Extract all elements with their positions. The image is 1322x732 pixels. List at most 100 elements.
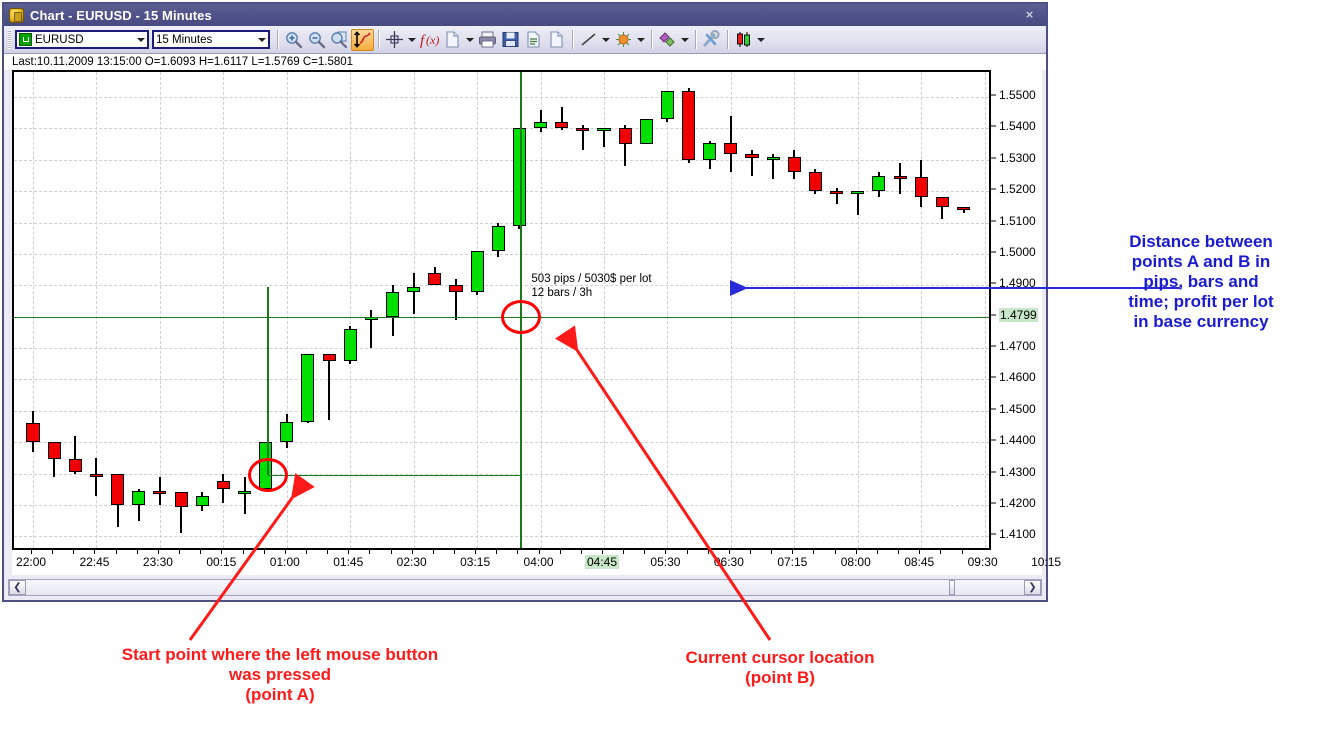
price-tick (991, 376, 996, 378)
price-tick (991, 471, 996, 473)
time-tick-label: 01:00 (269, 555, 300, 569)
price-tick-label: 1.4400 (999, 433, 1036, 448)
candle-body (301, 354, 315, 422)
price-tick (991, 502, 996, 504)
time-tick (898, 550, 900, 554)
time-tick (644, 550, 646, 554)
time-tick (750, 550, 752, 554)
price-tick-label: 1.4300 (999, 464, 1036, 479)
candle-body (322, 354, 336, 361)
candle-body (956, 206, 971, 210)
crosshair-dropdown[interactable] (406, 29, 418, 51)
gridline-vertical (477, 72, 479, 548)
time-tick (31, 550, 33, 554)
measure-line-vertical-a (266, 287, 269, 475)
time-tick-label: 04:00 (523, 555, 554, 569)
zoom-out-icon[interactable] (305, 29, 328, 51)
candle-body (766, 156, 780, 160)
price-tick (991, 439, 996, 441)
price-tick (991, 345, 996, 347)
new-doc-icon[interactable] (441, 29, 464, 51)
time-tick (517, 550, 519, 554)
page-icon[interactable] (545, 29, 568, 51)
new-doc-dropdown[interactable] (464, 29, 476, 51)
candles-icon[interactable] (732, 29, 755, 51)
line-tool-dropdown[interactable] (600, 29, 612, 51)
line-tool-icon[interactable] (577, 29, 600, 51)
time-tick (728, 550, 730, 554)
candle-body (555, 122, 569, 129)
zoom-in-icon[interactable] (282, 29, 305, 51)
fibonacci-icon[interactable] (612, 29, 635, 51)
time-tick-label: 08:00 (840, 555, 871, 569)
measure-tooltip-line2: 12 bars / 3h (531, 287, 593, 300)
marker-point-a (247, 457, 288, 492)
time-tick-label: 08:45 (904, 555, 935, 569)
symbol-select[interactable]: EURUSD (15, 30, 149, 49)
chevron-down-icon (602, 37, 610, 42)
price-tick-label: 1.4900 (999, 276, 1036, 291)
toolbar-grip[interactable] (8, 30, 11, 49)
scroll-thumb[interactable] (949, 580, 956, 595)
close-icon[interactable]: × (1021, 7, 1038, 22)
candle-body (174, 492, 188, 507)
gridline-vertical (921, 72, 923, 548)
candles-dropdown[interactable] (755, 29, 767, 51)
time-tick (940, 550, 942, 554)
toolbar-separator (572, 30, 573, 49)
annotation-point-b: Current cursor location (point B) (685, 648, 875, 688)
candle-body (195, 495, 209, 507)
candle-body (660, 90, 674, 120)
time-tick-label: 22:00 (16, 555, 47, 569)
price-tick (991, 188, 996, 190)
autoscale-icon[interactable] (351, 28, 374, 51)
candle-body (534, 122, 548, 129)
candle-body (935, 197, 949, 207)
screenshot-root: Chart - EURUSD - 15 Minutes × EURUSD 15 … (0, 0, 1322, 732)
time-tick (453, 550, 455, 554)
save-icon[interactable] (499, 29, 522, 51)
time-tick (94, 550, 96, 554)
tools-icon[interactable] (700, 29, 723, 51)
gridline-vertical (984, 72, 986, 548)
candle-wick (899, 162, 902, 195)
time-tick (179, 550, 181, 554)
zoom-all-icon[interactable] (328, 29, 351, 51)
candle-body (47, 442, 61, 460)
indicators-icon[interactable]: f (x) (418, 29, 441, 51)
price-tick-label: 1.5400 (999, 119, 1036, 134)
candle-wick (412, 272, 415, 314)
period-select[interactable]: 15 Minutes (152, 30, 270, 49)
toolbar-separator (695, 30, 696, 49)
price-tick-label: 1.4700 (999, 339, 1036, 354)
chevron-down-icon (408, 37, 416, 42)
scroll-right-button[interactable]: ❯ (1024, 580, 1041, 595)
horizontal-scrollbar[interactable]: ❮ ❯ (8, 579, 1042, 596)
measure-tooltip: 503 pips / 5030$ per lot 12 bars / 3h (531, 272, 651, 300)
candlestick-plot[interactable]: 503 pips / 5030$ per lot 12 bars / 3h (12, 70, 989, 550)
price-tick-label: 1.4200 (999, 495, 1036, 510)
quote-info-line: Last:10.11.2009 13:15:00 O=1.6093 H=1.61… (4, 54, 1046, 70)
candle-body (153, 490, 167, 494)
time-tick-label: 22:45 (79, 555, 110, 569)
fibonacci-dropdown[interactable] (635, 29, 647, 51)
scroll-track[interactable] (26, 580, 1024, 595)
time-tick-label: 09:30 (967, 555, 998, 569)
time-tick (475, 550, 477, 554)
objects-icon[interactable] (656, 29, 679, 51)
scroll-left-button[interactable]: ❮ (9, 580, 26, 595)
time-tick (834, 550, 836, 554)
crosshair-icon[interactable] (383, 29, 406, 51)
chart-app-icon (9, 7, 24, 23)
print-icon[interactable] (476, 29, 499, 51)
candle-body (851, 191, 865, 195)
report-icon[interactable] (522, 29, 545, 51)
objects-dropdown[interactable] (679, 29, 691, 51)
time-tick (665, 550, 667, 554)
candle-wick (856, 191, 859, 215)
candle-body (68, 459, 82, 472)
price-axis[interactable]: 1.5500 1.5400 1.5300 1.5200 1.5100 1.5000 1.49… (989, 70, 1049, 550)
chevron-down-icon (258, 37, 266, 42)
candle-body (343, 329, 357, 361)
time-axis[interactable]: 22:00 22:45 23:30 00:15 01:00 01:45 02:30 03:15… (12, 550, 1061, 575)
